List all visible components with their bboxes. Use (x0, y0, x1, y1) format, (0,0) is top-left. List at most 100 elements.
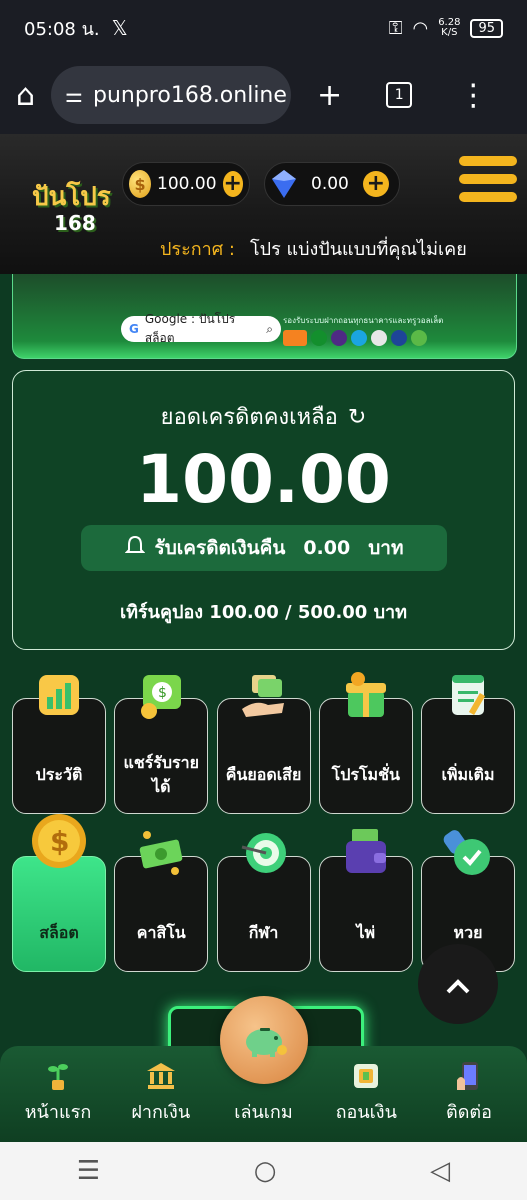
nav-label: ฝากเงิน (131, 1102, 191, 1123)
address-bar[interactable]: ⚌ punpro168.online (51, 66, 292, 124)
menu-cashback[interactable]: คืนยอดเสีย (216, 675, 311, 814)
menu-history[interactable]: ประวัติ (12, 675, 106, 814)
site-logo[interactable]: ปันโปร 168 (32, 176, 118, 236)
magnifier-icon: ⌕ (266, 321, 273, 336)
bank-icon (145, 1060, 177, 1092)
bank-logo-icon (283, 330, 307, 346)
browser-toolbar: ⌂ ⚌ punpro168.online + 1 ⋮ (0, 56, 527, 134)
nav-contact[interactable]: ติดต่อ (421, 1046, 517, 1142)
category-sports[interactable]: กีฬา (216, 833, 311, 972)
announcement-label: ประกาศ : (160, 238, 235, 260)
credit-amount: 100.00 (136, 441, 391, 518)
announcement-bar: ประกาศ : โปร แบ่งปันแบบที่คุณไม่เคย (0, 230, 527, 266)
phone-icon (453, 1060, 485, 1092)
category-casino[interactable]: คาสิโน (114, 831, 209, 972)
menu-promotion[interactable]: โปรโมชั่น (318, 672, 413, 814)
nav-home[interactable]: หน้าแรก (10, 1046, 106, 1142)
cashback-button[interactable]: รับเครดิตเงินคืน 0.00 บาท (81, 525, 447, 571)
coin-wallet: $ 100.00 + (122, 162, 250, 206)
credit-balance-card: ยอดเครดิตคงเหลือ ↻ 100.00 รับเครดิตเงินคื… (12, 370, 515, 650)
nav-label: ถอนเงิน (335, 1102, 397, 1123)
category-slot[interactable]: $ สล็อต (12, 814, 106, 972)
site-header: ปันโปร 168 $ 100.00 + 0.00 + ประกาศ : โป… (0, 134, 527, 274)
refresh-icon[interactable]: ↻ (348, 405, 366, 430)
promo-banner[interactable]: G Google : ปันโปร สล็อต ⌕ รองรับระบบฝากถ… (12, 274, 517, 359)
gem-wallet: 0.00 + (264, 162, 400, 206)
net-speed: 6.28 K/S (438, 18, 460, 38)
nav-label: หน้าแรก (24, 1102, 92, 1123)
bank-logo-icon (371, 330, 387, 346)
menu-label: แชร์รับรายได้ (123, 753, 199, 796)
cashback-amount: 0.00 (303, 537, 351, 559)
cashback-label: รับเครดิตเงินคืน (154, 537, 286, 559)
hamburger-menu-button[interactable] (455, 152, 527, 218)
google-icon: G (129, 322, 139, 336)
home-icon[interactable]: ⌂ (16, 78, 35, 113)
android-navigation-bar: ☰ ○ ◁ (0, 1142, 527, 1200)
cash-icon (135, 827, 187, 879)
chevron-up-icon (445, 964, 471, 1004)
clock: 05:08 น. (24, 18, 100, 40)
piggy-bank-icon (242, 1022, 288, 1062)
new-tab-icon[interactable]: + (317, 78, 342, 113)
bank-logo-icon (351, 330, 367, 346)
back-icon[interactable]: ◁ (430, 1156, 450, 1186)
category-label: สล็อต (39, 923, 79, 942)
category-label: คาสิโน (136, 923, 186, 942)
bell-icon (124, 535, 145, 562)
bank-logo-icon (311, 330, 327, 346)
announcement-text: โปร แบ่งปันแบบที่คุณไม่เคย (250, 238, 467, 260)
key-icon: ⚿ (388, 17, 403, 39)
cashback-unit: บาท (368, 537, 404, 559)
bank-strip: รองรับระบบฝากถอนทุกธนาคารและทรูวอลเล็ต (283, 314, 443, 346)
dollar-coin-icon: $ (29, 811, 89, 871)
bank-logo-icon (411, 330, 427, 346)
money-share-icon: $ (135, 669, 187, 721)
url-text: punpro168.online (92, 82, 287, 108)
tab-switcher-button[interactable]: 1 (386, 82, 413, 108)
svg-text:$: $ (158, 685, 167, 701)
add-coin-button[interactable]: + (222, 171, 243, 197)
gift-icon (340, 669, 392, 721)
feature-menu: ประวัติ $ แชร์รับรายได้ คืนยอดเสีย โปรโม… (12, 672, 515, 814)
nav-withdraw[interactable]: ถอนเงิน (318, 1046, 414, 1142)
more-options-icon[interactable]: ⋮ (458, 78, 488, 113)
battery-icon: 95 (470, 18, 503, 38)
site-settings-icon[interactable]: ⚌ (65, 83, 83, 107)
coin-balance: 100.00 (157, 174, 217, 194)
gem-icon (271, 169, 297, 199)
status-bar: 05:08 น. 𝕏 ⚿ ◠ 6.28 K/S 95 (0, 0, 527, 56)
menu-share-income[interactable]: $ แชร์รับรายได้ (114, 675, 209, 814)
bank-caption: รองรับระบบฝากถอนทุกธนาคารและทรูวอลเล็ต (283, 316, 444, 325)
recent-apps-icon[interactable]: ☰ (77, 1156, 100, 1186)
scroll-to-top-button[interactable] (418, 944, 498, 1024)
menu-label: คืนยอดเสีย (225, 765, 302, 784)
menu-label: โปรโมชั่น (331, 765, 400, 784)
credit-title-row: ยอดเครดิตคงเหลือ ↻ (13, 399, 514, 434)
menu-more[interactable]: เพิ่มเติม (421, 675, 515, 814)
menu-label: เพิ่มเติม (441, 765, 495, 784)
nav-label: ติดต่อ (446, 1102, 492, 1123)
category-cards[interactable]: ไพ่ (318, 829, 413, 972)
stamp-icon (442, 827, 494, 879)
cashback-hand-icon (238, 669, 290, 721)
home-button-icon[interactable]: ○ (254, 1156, 277, 1186)
category-label: ไพ่ (356, 923, 376, 942)
net-speed-unit: K/S (441, 27, 458, 38)
bank-logo-icon (391, 330, 407, 346)
category-label: กีฬา (248, 923, 279, 942)
menu-label: ประวัติ (35, 765, 83, 784)
add-gem-button[interactable]: + (362, 171, 389, 197)
svg-text:$: $ (50, 825, 69, 858)
nav-label: เล่นเกม (234, 1102, 293, 1123)
play-game-coin[interactable] (220, 996, 308, 1084)
nav-deposit[interactable]: ฝากเงิน (113, 1046, 209, 1142)
bank-logos (283, 330, 443, 346)
x-app-icon: 𝕏 (111, 16, 128, 40)
category-label: หวย (453, 923, 483, 942)
target-icon (238, 827, 290, 879)
credit-title: ยอดเครดิตคงเหลือ (160, 405, 338, 430)
coin-icon: $ (129, 170, 152, 198)
coupon-turnover: เทิร์นคูปอง 100.00 / 500.00 บาท (119, 602, 407, 623)
bank-logo-icon (331, 330, 347, 346)
